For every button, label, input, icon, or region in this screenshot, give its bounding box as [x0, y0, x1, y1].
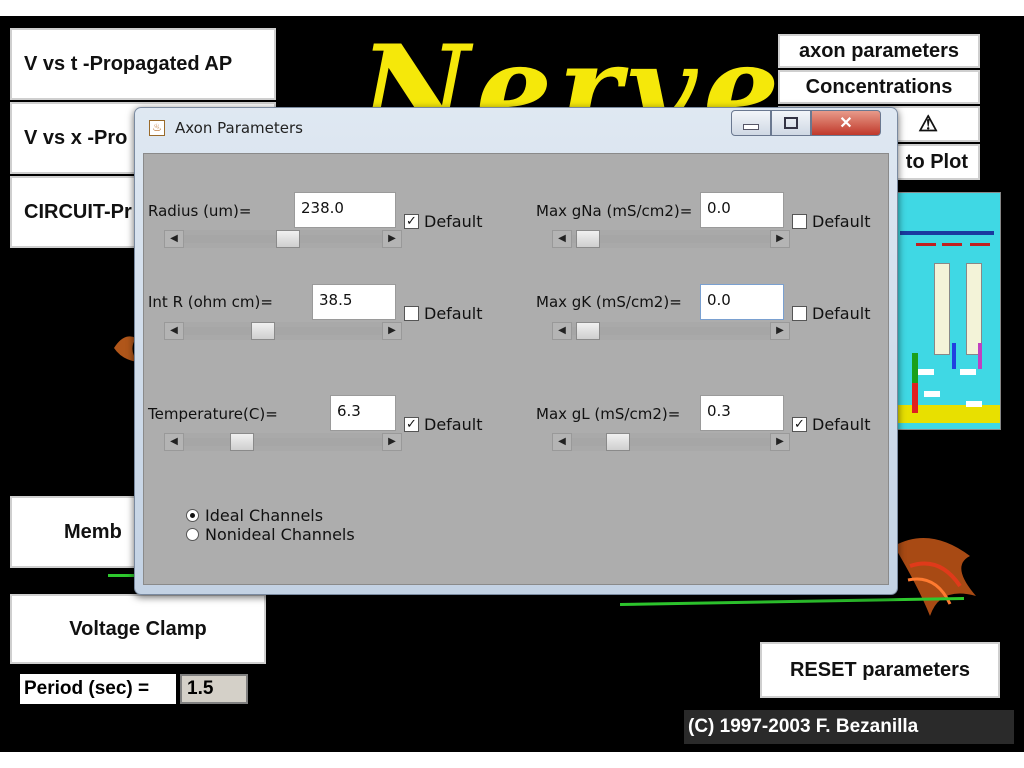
max-gl-label: Max gL (mS/cm2)=	[536, 405, 681, 423]
concentrations-button[interactable]: Concentrations	[778, 70, 980, 104]
max-gl-default-check-icon: ✓	[792, 417, 807, 432]
max-gk-input[interactable]: 0.0	[700, 284, 784, 320]
max-gl-input[interactable]: 0.3	[700, 395, 784, 431]
slider-right-arrow-icon[interactable]: ▶	[770, 322, 790, 340]
reset-parameters-button[interactable]: RESET parameters	[760, 642, 1000, 698]
radio-selected-icon	[186, 509, 199, 522]
warning-icon: ⚠	[918, 111, 938, 136]
max-gna-slider[interactable]: ◀ ▶	[552, 230, 790, 248]
axon-parameters-dialog: ♨ Axon Parameters ✕ Radius (um)= 238.0 ✓…	[134, 107, 898, 595]
dialog-content: Radius (um)= 238.0 ✓ Default ◀ ▶ Int R (…	[143, 153, 889, 585]
slider-left-arrow-icon[interactable]: ◀	[164, 230, 184, 248]
slider-left-arrow-icon[interactable]: ◀	[164, 322, 184, 340]
period-label: Period (sec) =	[20, 674, 176, 704]
temperature-default-check-icon: ✓	[404, 417, 419, 432]
close-icon: ✕	[839, 115, 853, 132]
max-gl-default-label: Default	[812, 415, 871, 434]
slider-left-arrow-icon[interactable]: ◀	[552, 433, 572, 451]
temperature-label: Temperature(C)=	[148, 405, 278, 423]
dialog-titlebar[interactable]: ♨ Axon Parameters ✕	[135, 108, 897, 148]
temperature-slider-thumb[interactable]	[230, 433, 254, 451]
nonideal-channels-radio[interactable]: Nonideal Channels	[186, 525, 355, 544]
max-gna-slider-thumb[interactable]	[576, 230, 600, 248]
int-r-slider[interactable]: ◀ ▶	[164, 322, 402, 340]
radius-slider-thumb[interactable]	[276, 230, 300, 248]
max-gk-default-checkbox[interactable]: Default	[792, 304, 870, 323]
voltage-clamp-button[interactable]: Voltage Clamp	[10, 594, 266, 664]
max-gna-input[interactable]: 0.0	[700, 192, 784, 228]
radius-label: Radius (um)=	[148, 202, 252, 220]
close-button[interactable]: ✕	[811, 110, 881, 136]
max-gl-slider-thumb[interactable]	[606, 433, 630, 451]
temperature-slider[interactable]: ◀ ▶	[164, 433, 402, 451]
copyright-text: (C) 1997-2003 F. Bezanilla	[684, 710, 1014, 744]
slider-left-arrow-icon[interactable]: ◀	[164, 433, 184, 451]
int-r-default-label: Default	[424, 304, 483, 323]
slider-right-arrow-icon[interactable]: ▶	[770, 230, 790, 248]
ideal-channels-label: Ideal Channels	[205, 506, 324, 525]
max-gk-slider-thumb[interactable]	[576, 322, 600, 340]
max-gk-label: Max gK (mS/cm2)=	[536, 293, 682, 311]
int-r-label: Int R (ohm cm)=	[148, 293, 273, 311]
minimize-icon	[743, 124, 759, 130]
int-r-default-check-icon	[404, 306, 419, 321]
period-input[interactable]: 1.5	[180, 674, 248, 704]
minimize-button[interactable]	[731, 110, 771, 136]
maximize-icon	[784, 117, 798, 129]
radius-input[interactable]: 238.0	[294, 192, 396, 228]
max-gna-default-label: Default	[812, 212, 871, 231]
axon-parameters-button[interactable]: axon parameters	[778, 34, 980, 68]
int-r-slider-thumb[interactable]	[251, 322, 275, 340]
max-gna-label: Max gNa (mS/cm2)=	[536, 202, 693, 220]
v-vs-t-propagated-ap-button[interactable]: V vs t -Propagated AP	[10, 28, 276, 100]
temperature-default-checkbox[interactable]: ✓ Default	[404, 415, 482, 434]
slider-left-arrow-icon[interactable]: ◀	[552, 322, 572, 340]
max-gna-default-checkbox[interactable]: Default	[792, 212, 870, 231]
nonideal-channels-label: Nonideal Channels	[205, 525, 355, 544]
temperature-default-label: Default	[424, 415, 483, 434]
slider-right-arrow-icon[interactable]: ▶	[382, 322, 402, 340]
temperature-input[interactable]: 6.3	[330, 395, 396, 431]
dialog-title: Axon Parameters	[175, 119, 303, 137]
slider-right-arrow-icon[interactable]: ▶	[770, 433, 790, 451]
radio-unselected-icon	[186, 528, 199, 541]
circuit-thumbnail[interactable]	[893, 192, 1001, 430]
max-gk-slider[interactable]: ◀ ▶	[552, 322, 790, 340]
slider-left-arrow-icon[interactable]: ◀	[552, 230, 572, 248]
neuron-illustration-right	[894, 538, 976, 616]
int-r-default-checkbox[interactable]: Default	[404, 304, 482, 323]
int-r-input[interactable]: 38.5	[312, 284, 396, 320]
slider-right-arrow-icon[interactable]: ▶	[382, 230, 402, 248]
max-gk-default-label: Default	[812, 304, 871, 323]
max-gk-default-check-icon	[792, 306, 807, 321]
ideal-channels-radio[interactable]: Ideal Channels	[186, 506, 323, 525]
max-gl-default-checkbox[interactable]: ✓ Default	[792, 415, 870, 434]
maximize-button[interactable]	[771, 110, 811, 136]
radius-default-checkbox[interactable]: ✓ Default	[404, 212, 482, 231]
java-cup-icon: ♨	[149, 120, 165, 136]
max-gna-default-check-icon	[792, 214, 807, 229]
slider-right-arrow-icon[interactable]: ▶	[382, 433, 402, 451]
radius-default-label: Default	[424, 212, 483, 231]
radius-default-check-icon: ✓	[404, 214, 419, 229]
radius-slider[interactable]: ◀ ▶	[164, 230, 402, 248]
max-gl-slider[interactable]: ◀ ▶	[552, 433, 790, 451]
